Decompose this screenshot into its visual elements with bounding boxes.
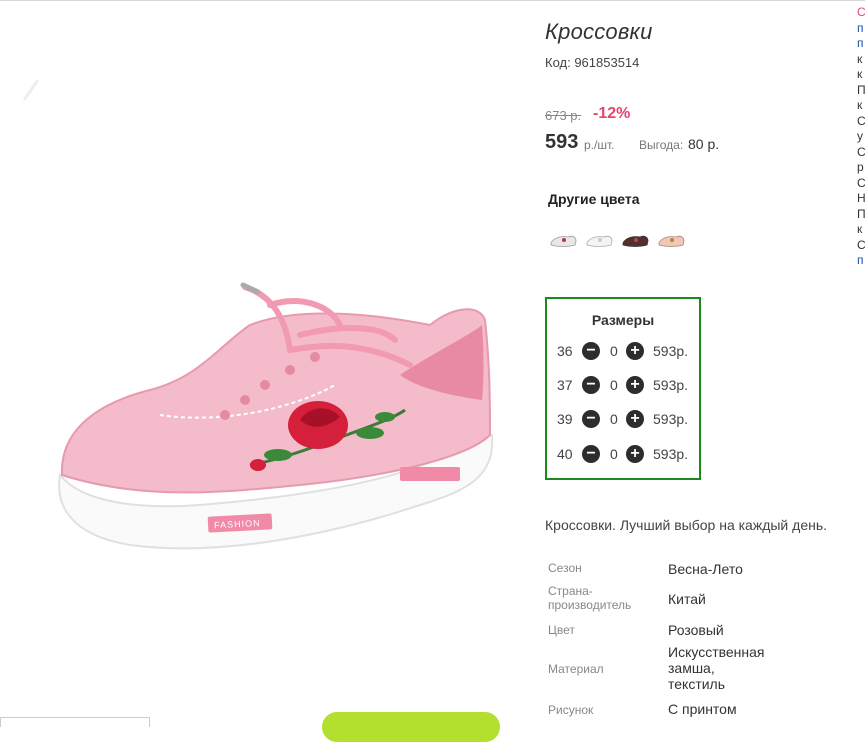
right-strip-line: С	[857, 175, 865, 190]
right-strip-line: П	[857, 206, 865, 221]
size-price: 593р.	[653, 411, 689, 427]
color-swatch[interactable]	[584, 225, 614, 253]
spec-key: Цвет	[548, 623, 575, 637]
right-strip-line: С	[857, 144, 865, 159]
bottom-field[interactable]	[0, 717, 150, 727]
minus-circle-icon[interactable]: −	[582, 410, 600, 428]
spec-key: Сезон	[548, 561, 582, 575]
right-strip-line[interactable]: п	[857, 253, 865, 269]
current-price: 593	[545, 131, 579, 153]
minus-circle-icon[interactable]: −	[582, 376, 600, 394]
right-strip-line: к	[857, 51, 863, 66]
spec-key: Страна- производитель	[548, 584, 632, 612]
color-swatch[interactable]	[656, 225, 686, 253]
size-quantity: 0	[610, 411, 618, 427]
size-row: 40 − 0 + 593р.	[557, 444, 697, 464]
right-strip-line: П	[857, 82, 865, 97]
spec-value: Китай	[668, 591, 706, 607]
size-row: 37 − 0 + 593р.	[557, 375, 697, 395]
right-strip-line: С	[857, 113, 865, 128]
size-row: 36 − 0 + 593р.	[557, 341, 697, 361]
size-number: 36	[557, 343, 573, 359]
right-strip-line: к	[857, 98, 863, 112]
color-swatches	[548, 225, 686, 253]
product-title: Кроссовки	[545, 19, 653, 44]
minus-circle-icon[interactable]: −	[582, 342, 600, 360]
plus-circle-icon[interactable]: +	[626, 342, 644, 360]
right-strip-line[interactable]: п	[857, 21, 865, 37]
spec-value: С принтом	[668, 701, 737, 717]
size-price: 593р.	[653, 343, 689, 359]
spec-value: Искусственная замша, текстиль	[668, 644, 765, 692]
sizes-panel: Размеры 36 − 0 + 593р. 37 − 0 + 593р. 39…	[545, 297, 701, 480]
size-number: 37	[557, 377, 573, 393]
size-row: 39 − 0 + 593р.	[557, 409, 697, 429]
size-quantity: 0	[610, 343, 618, 359]
product-image[interactable]: FASHION	[0, 5, 525, 720]
size-number: 40	[557, 446, 573, 462]
benefit-value: 80 р.	[688, 136, 720, 152]
plus-circle-icon[interactable]: +	[626, 376, 644, 394]
right-strip-line: р	[857, 160, 864, 174]
spec-key: Рисунок	[548, 703, 594, 717]
top-rule	[0, 0, 865, 4]
product-code: Код: 961853514	[545, 55, 640, 70]
sizes-title: Размеры	[591, 312, 655, 328]
size-price: 593р.	[653, 377, 689, 393]
old-price: 673 р.	[545, 108, 582, 123]
size-quantity: 0	[610, 377, 618, 393]
plus-circle-icon[interactable]: +	[626, 445, 644, 463]
discount-badge: -12%	[593, 105, 631, 122]
right-strip-line: к	[857, 67, 863, 81]
add-to-cart-button[interactable]	[322, 712, 500, 742]
minus-circle-icon[interactable]: −	[582, 445, 600, 463]
spec-key: Материал	[548, 662, 604, 676]
other-colors-title: Другие цвета	[548, 191, 640, 207]
color-swatch[interactable]	[548, 225, 578, 253]
right-strip-line: С	[857, 237, 865, 252]
benefit-label: Выгода:	[639, 138, 684, 152]
right-strip-line: Н	[857, 191, 865, 205]
right-strip-line: к	[857, 222, 863, 236]
size-quantity: 0	[610, 446, 618, 462]
spec-value: Розовый	[668, 622, 724, 638]
right-strip-line: у	[857, 129, 863, 143]
right-strip-line[interactable]: п	[857, 36, 865, 52]
size-price: 593р.	[653, 446, 689, 462]
color-swatch[interactable]	[620, 225, 650, 253]
price-unit: р./шт.	[584, 138, 615, 152]
product-description: Кроссовки. Лучший выбор на каждый день.	[545, 517, 828, 533]
plus-circle-icon[interactable]: +	[626, 410, 644, 428]
right-sidebar-text: С п п к к П к С у С р С Н П к С п	[857, 5, 865, 295]
right-strip-line[interactable]: С	[857, 5, 865, 21]
size-number: 39	[557, 411, 573, 427]
spec-value: Весна-Лето	[668, 561, 743, 577]
